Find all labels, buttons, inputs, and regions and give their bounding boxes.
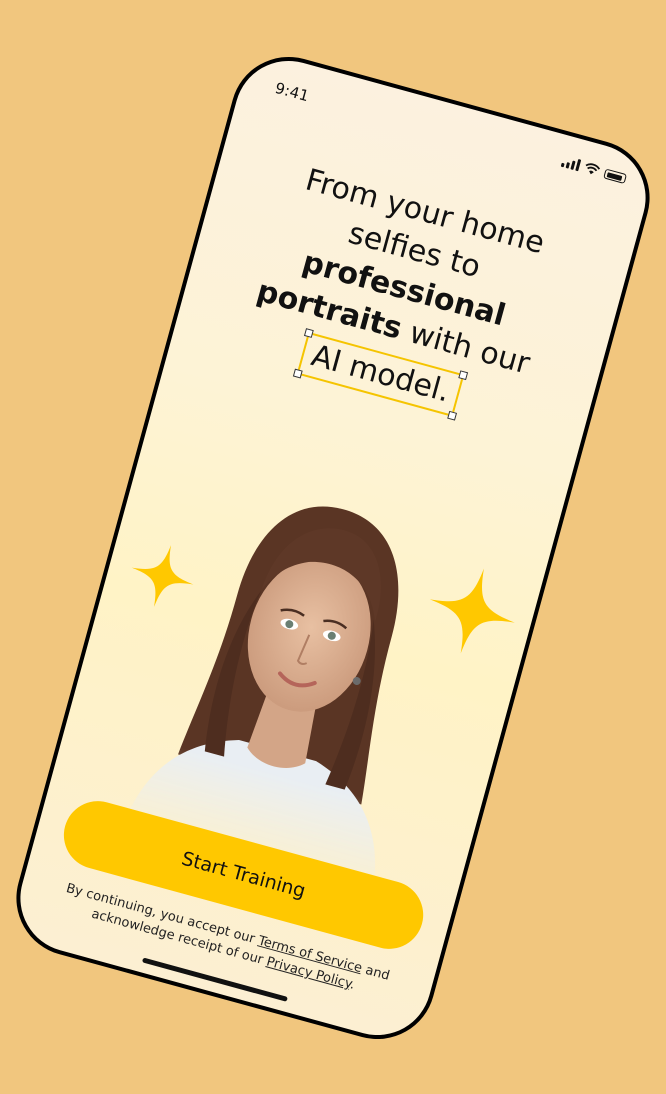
selection-handle — [458, 370, 469, 381]
battery-icon — [603, 168, 628, 184]
status-icons — [560, 155, 628, 184]
status-time: 9:41 — [273, 78, 312, 106]
headline: From your home selfies to professional p… — [198, 145, 606, 444]
app-screen: 9:41 From your home selfies to professio… — [8, 48, 658, 1048]
selection-handle — [292, 368, 303, 379]
wifi-icon — [585, 163, 601, 175]
cellular-signal-icon — [560, 155, 582, 172]
selection-handle — [304, 328, 314, 338]
selection-handle — [447, 410, 457, 421]
background-stage: 9:41 From your home selfies to professio… — [0, 0, 666, 1094]
phone-frame: 9:41 From your home selfies to professio… — [3, 43, 663, 1053]
